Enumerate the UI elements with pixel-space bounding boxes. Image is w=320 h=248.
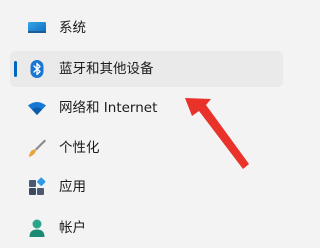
person-icon <box>27 218 47 238</box>
bluetooth-icon <box>27 59 47 79</box>
nav-item-bluetooth[interactable]: 蓝牙和其他设备 <box>10 51 283 87</box>
nav-item-personalization[interactable]: 个性化 <box>10 130 283 166</box>
selection-indicator <box>14 61 17 77</box>
apps-icon <box>27 177 47 197</box>
nav-item-apps[interactable]: 应用 <box>10 169 283 205</box>
nav-item-label: 系统 <box>59 20 86 36</box>
nav-item-label: 应用 <box>59 179 86 195</box>
nav-item-network[interactable]: 网络和 Internet <box>10 90 283 126</box>
settings-nav: 系统 蓝牙和其他设备 网络和 Internet 个性化 应用 帐户 <box>0 0 319 248</box>
wifi-icon <box>27 98 47 118</box>
nav-item-label: 蓝牙和其他设备 <box>59 61 154 77</box>
brush-icon <box>27 138 47 158</box>
nav-item-label: 个性化 <box>59 140 100 156</box>
nav-item-accounts[interactable]: 帐户 <box>10 210 283 246</box>
nav-item-label: 帐户 <box>59 220 86 236</box>
display-icon <box>27 18 47 38</box>
nav-item-system[interactable]: 系统 <box>10 10 283 46</box>
nav-item-label: 网络和 Internet <box>59 100 158 116</box>
